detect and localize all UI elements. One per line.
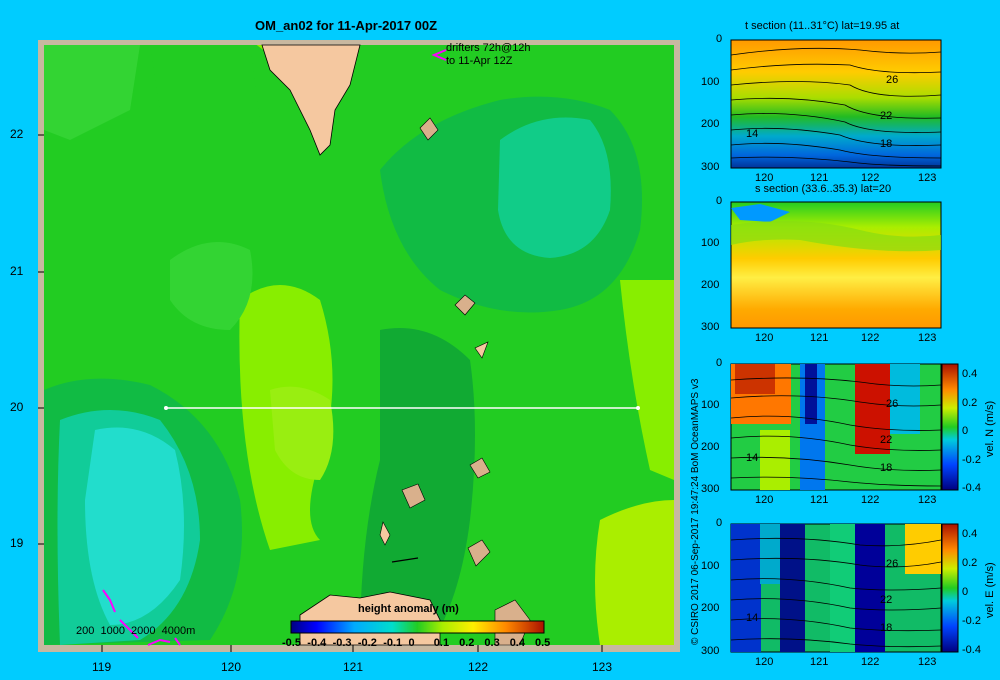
- lon-tick: 120: [755, 332, 774, 344]
- depth-tick: 300: [701, 483, 720, 495]
- depth-tick: 200: [701, 279, 720, 291]
- contour-label: 18: [880, 622, 893, 634]
- colorbar-tick: -0.4: [962, 644, 981, 656]
- lon-tick: 123: [918, 656, 937, 668]
- lon-tick: 120: [755, 494, 774, 506]
- depth-tick: 100: [701, 237, 720, 249]
- contour-label: 26: [886, 558, 899, 570]
- height-anomaly-field: [44, 45, 674, 645]
- lon-tick: 122: [861, 332, 880, 344]
- lon-tick: 120: [221, 660, 242, 674]
- lon-tick: 122: [861, 494, 880, 506]
- depth-tick: 200: [701, 602, 720, 615]
- colorbar-tick: 0.2: [962, 557, 978, 569]
- lat-tick: 22: [10, 127, 24, 141]
- lon-tick: 121: [343, 660, 364, 674]
- lon-tick: 123: [918, 332, 937, 344]
- colorbar-tick: -0.2: [962, 453, 981, 466]
- lon-tick: 119: [92, 660, 112, 674]
- colorbar-tick: 0.5: [535, 637, 551, 649]
- contour-label: 14: [746, 452, 759, 464]
- lon-tick: 123: [918, 494, 937, 506]
- depth-tick: 0: [716, 33, 723, 45]
- colorbar-tick: 0: [408, 637, 415, 649]
- vel-e-panel: [730, 523, 959, 653]
- contour-label: 26: [886, 74, 899, 86]
- depth-tick: 300: [701, 161, 720, 173]
- credit-text: © CSIRO 2017 06-Sep-2017 19:47:24 BoM Oc…: [690, 378, 701, 645]
- depth-tick: 300: [701, 645, 720, 657]
- depth-tick: 100: [701, 75, 720, 88]
- contour-label: 18: [880, 462, 893, 474]
- depth-tick: 300: [701, 321, 720, 333]
- lat-tick: 20: [10, 400, 24, 414]
- colorbar-tick: -0.3: [332, 637, 352, 649]
- colorbar-tick: 0.2: [962, 396, 978, 409]
- contour-label: 22: [880, 434, 893, 446]
- depth-tick: 200: [701, 441, 720, 453]
- colorbar-tick: 0.2: [459, 637, 475, 649]
- s-section-title: s section (33.6..35.3) lat=20: [755, 183, 892, 195]
- t-section-title: t section (11..31°C) lat=19.95 at: [745, 20, 900, 32]
- contour-label: 14: [746, 612, 759, 624]
- colorbar-tick: 0.1: [433, 637, 450, 649]
- lon-tick: 123: [918, 172, 937, 184]
- colorbar-tick: -0.1: [383, 637, 403, 649]
- drifters-label-line2: to 11-Apr 12Z: [446, 55, 513, 67]
- vel-n-panel: [730, 363, 959, 491]
- drifters-label-line1: drifters 72h@12h: [446, 42, 531, 54]
- colorbar-tick: -0.4: [307, 637, 327, 649]
- depth-tick: 0: [716, 517, 723, 529]
- lon-tick: 121: [810, 172, 829, 184]
- colorbar-label: vel. N (m/s): [984, 400, 996, 457]
- depth-legend: 200 1000 2000 4000m: [76, 625, 196, 637]
- lon-tick: 120: [755, 656, 774, 668]
- lon-tick: 122: [468, 660, 489, 674]
- colorbar-title: height anomaly (m): [358, 603, 459, 615]
- depth-tick: 0: [716, 357, 723, 369]
- colorbar-tick: 0: [962, 586, 969, 598]
- colorbar-tick: -0.4: [962, 482, 981, 494]
- colorbar-tick: -0.2: [357, 637, 377, 649]
- lon-tick: 122: [861, 172, 880, 184]
- contour-label: 14: [746, 128, 759, 140]
- lon-tick: 121: [810, 494, 829, 506]
- lon-tick: 122: [861, 656, 880, 668]
- colorbar-tick: 0.4: [962, 368, 978, 380]
- colorbar-tick: -0.5: [282, 637, 301, 649]
- contour-label: 22: [880, 110, 893, 122]
- contour-label: 18: [880, 138, 893, 150]
- map-title: OM_an02 for 11-Apr-2017 00Z: [255, 18, 438, 33]
- figure-canvas: [38, 39, 959, 653]
- lon-tick: 121: [810, 332, 829, 344]
- depth-tick: 100: [701, 559, 720, 572]
- colorbar-tick: 0.4: [962, 528, 978, 540]
- colorbar-tick: 0.4: [509, 637, 525, 649]
- colorbar-tick: 0: [962, 425, 969, 437]
- contour-label: 22: [880, 594, 893, 606]
- height-anomaly-colorbar: [290, 620, 545, 634]
- lon-tick: 120: [755, 172, 774, 184]
- colorbar-tick: -0.2: [962, 615, 981, 627]
- depth-tick: 100: [701, 399, 720, 411]
- lon-tick: 123: [592, 660, 613, 674]
- colorbar-label: vel. E (m/s): [984, 562, 996, 618]
- depth-tick: 200: [701, 118, 720, 131]
- lat-tick: 19: [10, 536, 24, 550]
- lon-tick: 121: [810, 656, 829, 668]
- contour-label: 26: [886, 398, 899, 410]
- depth-tick: 0: [716, 195, 723, 207]
- t-section-panel: [730, 39, 942, 169]
- s-section-panel: [730, 201, 942, 329]
- map-panel: [38, 40, 680, 652]
- lat-tick: 21: [10, 264, 24, 278]
- colorbar-tick: 0.3: [484, 637, 500, 649]
